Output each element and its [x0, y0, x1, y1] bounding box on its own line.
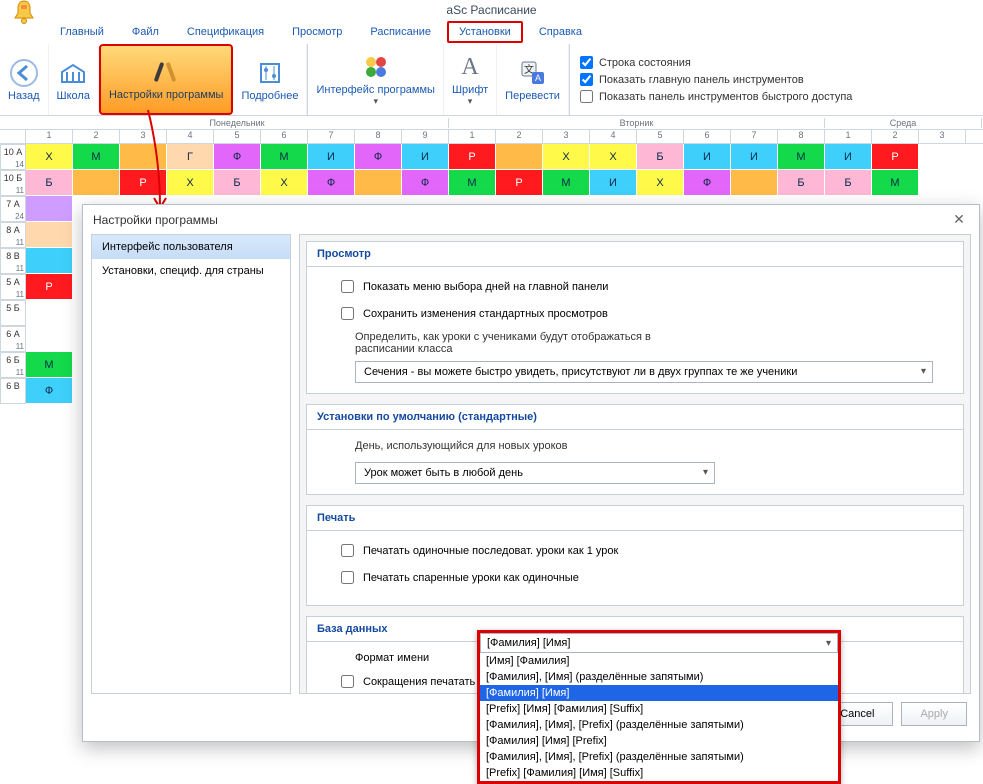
menu-glavny[interactable]: Главный — [48, 21, 116, 43]
status-bar-check[interactable]: Строка состояния — [580, 56, 852, 69]
ribbon-checkboxes: Строка состояния Показать главную панель… — [570, 44, 862, 115]
ui-button[interactable]: Интерфейс программы ▾ — [308, 44, 443, 115]
menu-help[interactable]: Справка — [527, 21, 594, 43]
palette-icon — [361, 52, 391, 82]
chk-day-menu[interactable]: Показать меню выбора дней на главной пан… — [337, 277, 933, 296]
program-settings-label: Настройки программы — [109, 89, 223, 101]
more-label: Подробнее — [241, 90, 298, 102]
svg-text:A: A — [535, 73, 541, 83]
select-new-lesson-day[interactable]: Урок может быть в любой день — [355, 462, 715, 484]
back-button[interactable]: Назад — [0, 44, 49, 115]
translate-label: Перевести — [505, 90, 560, 102]
name-format-option[interactable]: [Prefix] [Фамилия] [Имя] [Suffix] — [480, 765, 838, 781]
quick-toolbar-check[interactable]: Показать панель инструментов быстрого до… — [580, 90, 852, 103]
font-button[interactable]: A Шрифт ▾ — [444, 44, 497, 115]
apply-button[interactable]: Apply — [901, 702, 967, 726]
menu-schedule[interactable]: Расписание — [358, 21, 443, 43]
section-view: Просмотр Показать меню выбора дней на гл… — [306, 241, 964, 394]
ui-label: Интерфейс программы — [316, 84, 434, 96]
name-format-dropdown[interactable]: [Фамилия] [Имя] [Имя] [Фамилия][Фамилия]… — [477, 630, 841, 784]
menu-file[interactable]: Файл — [120, 21, 171, 43]
tools-icon — [151, 57, 181, 87]
side-item-ui[interactable]: Интерфейс пользователя — [92, 235, 290, 259]
name-format-option[interactable]: [Фамилия], [Имя], [Prefix] (разделённые … — [480, 749, 838, 765]
school-icon — [58, 58, 88, 88]
menu-spec[interactable]: Спецификация — [175, 21, 276, 43]
chk-print-double[interactable]: Печатать спаренные уроки как одиночные — [337, 568, 933, 587]
back-label: Назад — [8, 90, 40, 102]
translate-button[interactable]: 文A Перевести — [497, 44, 569, 115]
name-format-option[interactable]: [Фамилия], [Имя] (разделённые запятыми) — [480, 669, 838, 685]
menu-bar: Главный Файл Спецификация Просмотр Распи… — [0, 20, 983, 44]
name-format-option[interactable]: [Фамилия] [Имя] [Prefix] — [480, 733, 838, 749]
dialog-title: Настройки программы — [93, 213, 218, 227]
chk-print-single[interactable]: Печатать одиночные последоват. уроки как… — [337, 541, 933, 560]
sliders-icon — [255, 58, 285, 88]
main-toolbar-check[interactable]: Показать главную панель инструментов — [580, 73, 852, 86]
ribbon: Назад Школа Настройки программы Подробне… — [0, 44, 983, 116]
name-format-option[interactable]: [Фамилия], [Имя], [Prefix] (разделённые … — [480, 717, 838, 733]
table-row: 10 Б11БРХБХФФМРМИХФББМ — [0, 170, 983, 196]
menu-settings[interactable]: Установки — [447, 21, 523, 43]
side-item-country[interactable]: Установки, специф. для страны — [92, 259, 290, 283]
section-defaults: Установки по умолчанию (стандартные) Ден… — [306, 404, 964, 495]
menu-view[interactable]: Просмотр — [280, 21, 354, 43]
close-icon[interactable]: ✕ — [949, 211, 969, 228]
section-print: Печать Печатать одиночные последоват. ур… — [306, 505, 964, 606]
name-format-current: [Фамилия] [Имя] — [480, 633, 838, 653]
name-format-option[interactable]: [Prefix] [Имя] [Фамилия] [Suffix] — [480, 701, 838, 717]
name-format-option[interactable]: [Фамилия] [Имя] — [480, 685, 838, 701]
app-title: aSc Расписание — [446, 3, 536, 17]
name-format-option[interactable]: [Имя] [Фамилия] — [480, 653, 838, 669]
school-button[interactable]: Школа — [49, 44, 99, 115]
program-settings-button[interactable]: Настройки программы — [99, 44, 233, 115]
more-button[interactable]: Подробнее — [233, 44, 307, 115]
dialog-side-list: Интерфейс пользователя Установки, специф… — [91, 234, 291, 694]
dialog-main-pane: Просмотр Показать меню выбора дней на гл… — [299, 234, 971, 694]
font-icon: A — [455, 52, 485, 82]
back-icon — [9, 58, 39, 88]
translate-icon: 文A — [518, 58, 548, 88]
bell-icon — [10, 0, 38, 26]
title-bar: aSc Расписание — [0, 0, 983, 20]
table-row: 10 А14ХМГФМИФИРХХБИИМИР — [0, 144, 983, 170]
chk-save-views[interactable]: Сохранить изменения стандартных просмотр… — [337, 304, 933, 323]
select-lesson-display[interactable]: Сечения - вы можете быстро увидеть, прис… — [355, 361, 933, 383]
school-label: Школа — [57, 90, 90, 102]
font-label: Шрифт — [452, 84, 488, 96]
